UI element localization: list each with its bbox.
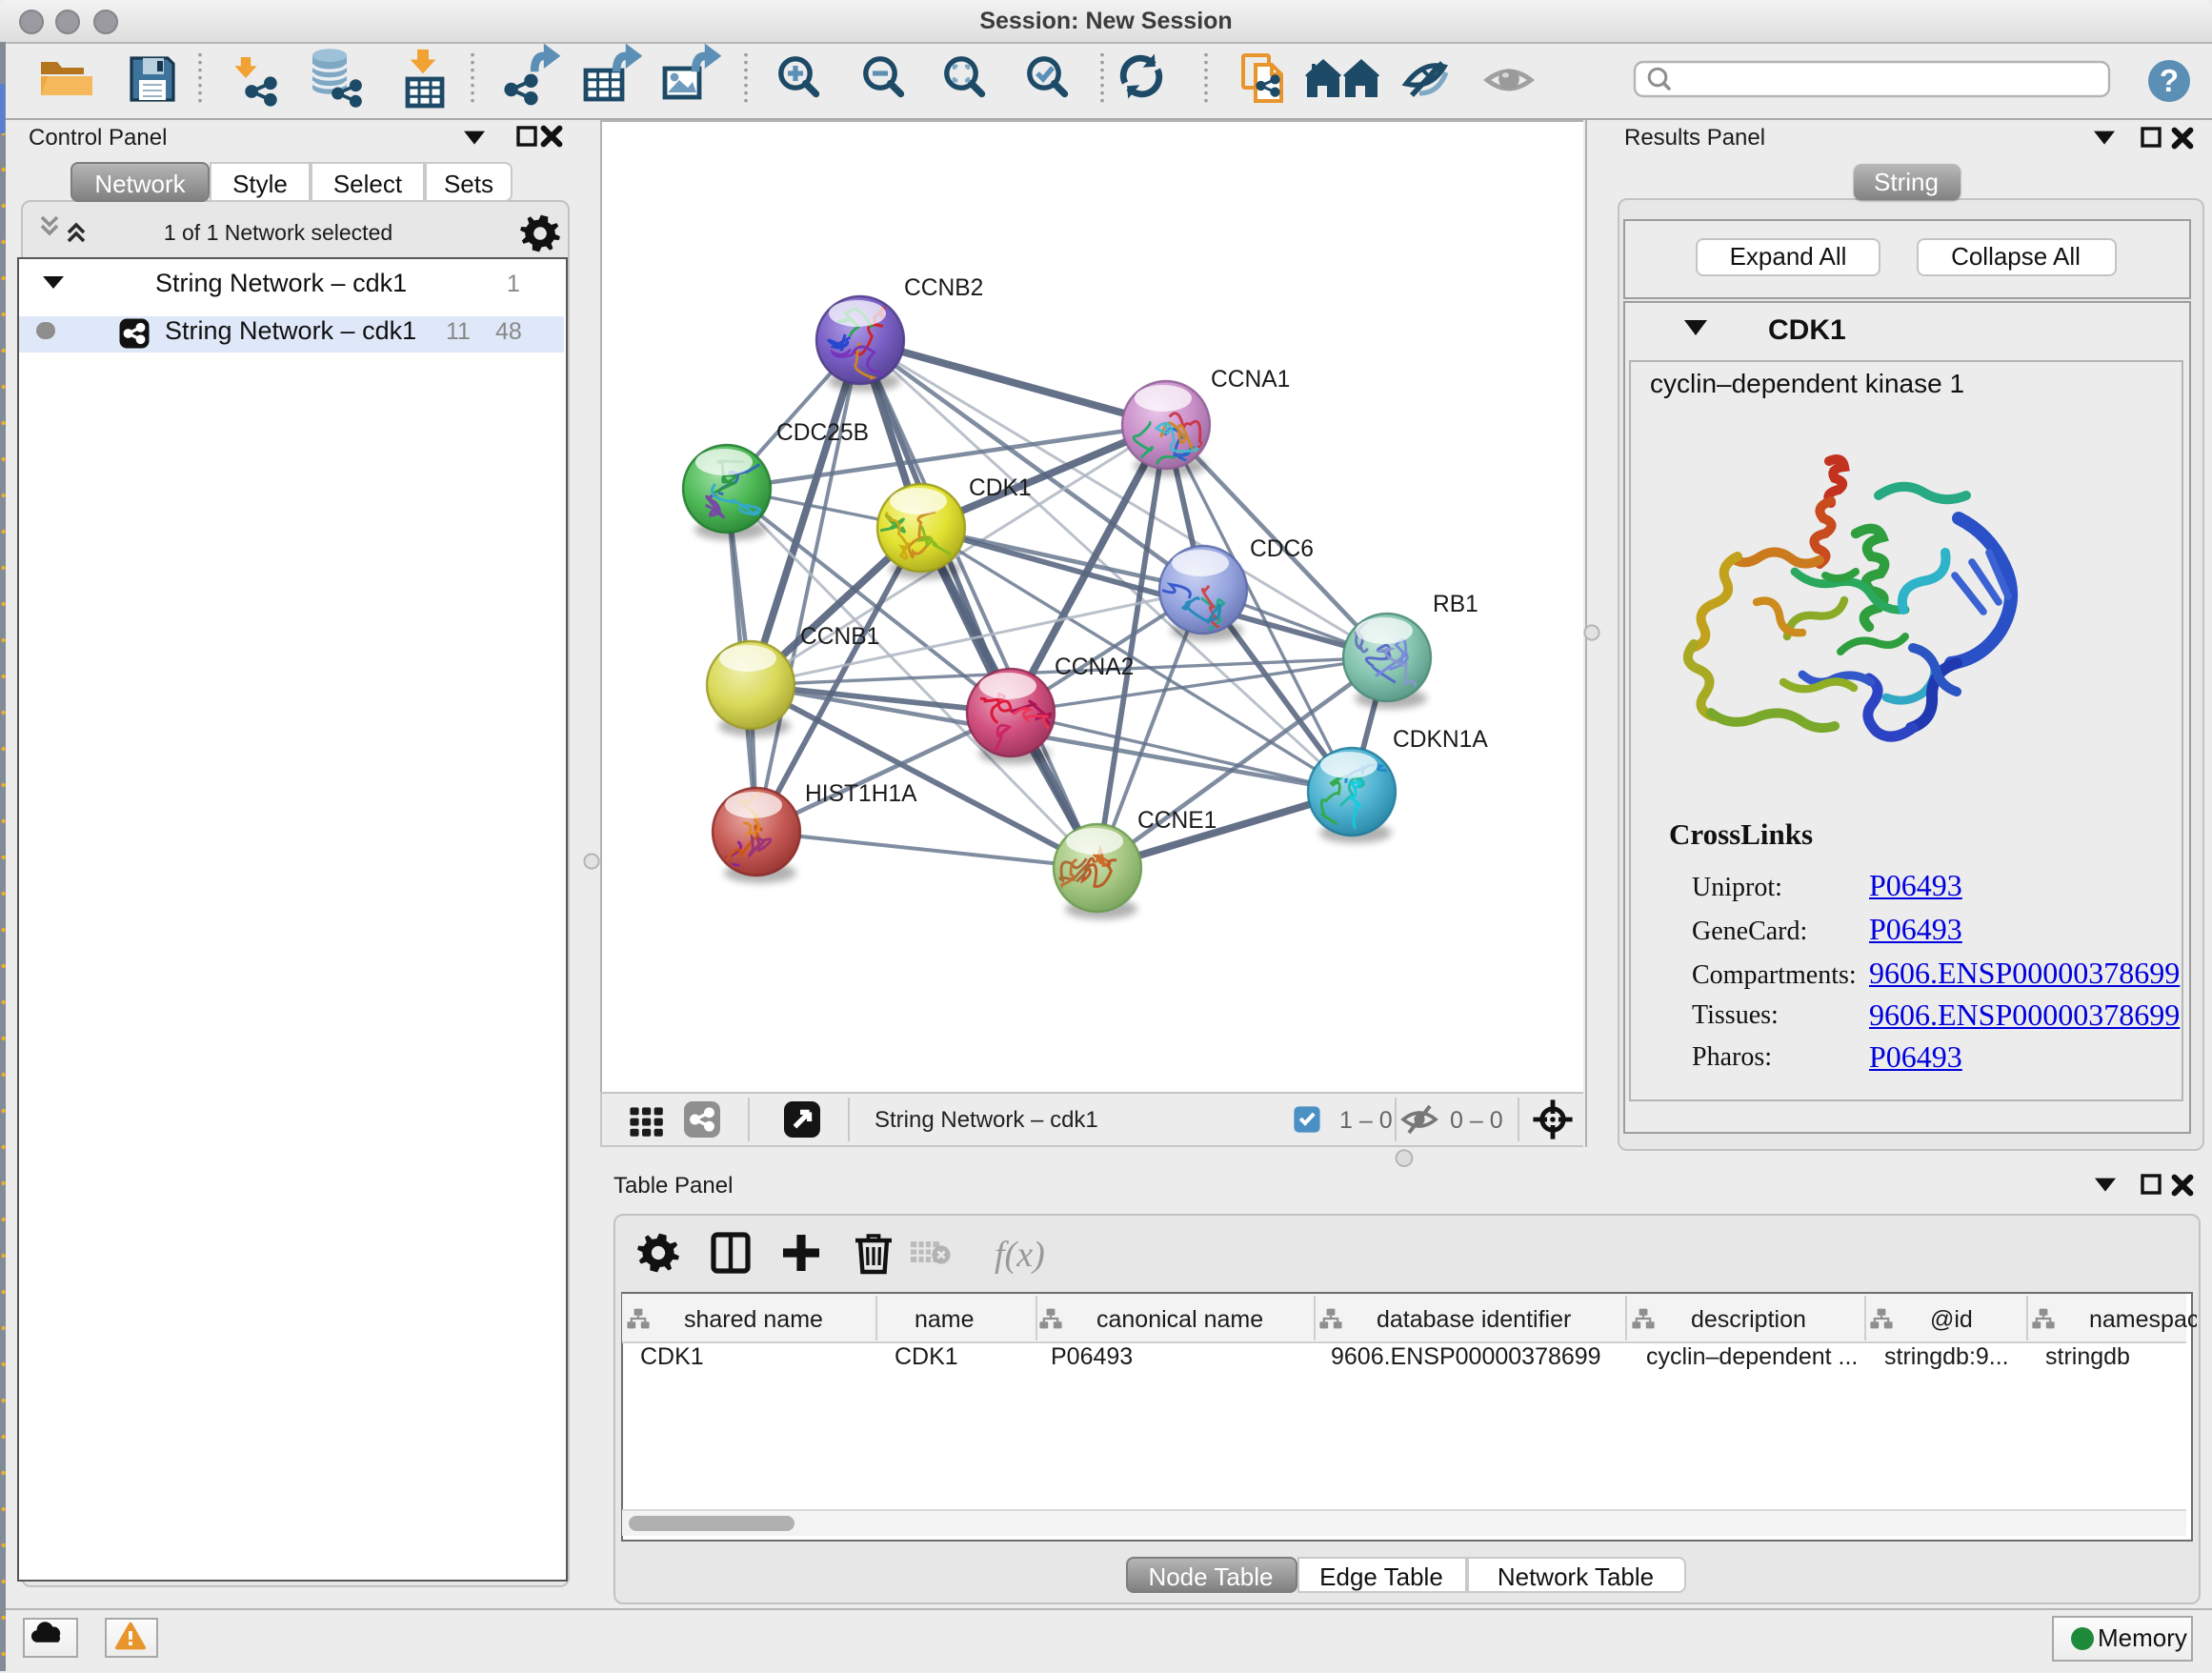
svg-text:CDC6: CDC6 (1250, 535, 1314, 561)
svg-text:stringdb: stringdb (2045, 1343, 2130, 1370)
svg-text:CCNA1: CCNA1 (1211, 366, 1290, 392)
svg-text:P06493: P06493 (1051, 1343, 1133, 1370)
svg-text:database identifier: database identifier (1377, 1306, 1571, 1333)
svg-text:stringdb:9...: stringdb:9... (1884, 1343, 2009, 1370)
svg-text:CDKN1A: CDKN1A (1393, 726, 1488, 752)
svg-text:?: ? (2160, 63, 2179, 98)
svg-text:namespace: namespace (2089, 1306, 2197, 1333)
svg-text:shared name: shared name (684, 1306, 823, 1333)
svg-text:cyclin–dependent ...: cyclin–dependent ... (1646, 1343, 1858, 1370)
svg-text:9606.ENSP00000378699: 9606.ENSP00000378699 (1331, 1343, 1601, 1370)
svg-text:CCNB2: CCNB2 (904, 274, 983, 300)
svg-text:canonical name: canonical name (1096, 1306, 1263, 1333)
svg-text:description: description (1691, 1306, 1806, 1333)
svg-text:String Network – cdk1: String Network – cdk1 (875, 1107, 1098, 1133)
svg-text:CDK1: CDK1 (640, 1343, 704, 1370)
svg-text:RB1: RB1 (1433, 591, 1478, 616)
svg-text:name: name (915, 1306, 975, 1333)
svg-text:@id: @id (1930, 1306, 1973, 1333)
svg-text:CCNA2: CCNA2 (1055, 654, 1134, 679)
svg-text:CDK1: CDK1 (895, 1343, 958, 1370)
svg-text:CCNE1: CCNE1 (1137, 807, 1217, 833)
svg-text:HIST1H1A: HIST1H1A (805, 780, 917, 806)
svg-text:1 – 0: 1 – 0 (1339, 1107, 1393, 1134)
svg-text:0 – 0: 0 – 0 (1450, 1107, 1503, 1134)
svg-text:CCNB1: CCNB1 (800, 623, 879, 649)
svg-text:f(x): f(x) (995, 1235, 1045, 1275)
svg-text:CDC25B: CDC25B (776, 419, 869, 445)
svg-text:CDK1: CDK1 (969, 474, 1032, 500)
